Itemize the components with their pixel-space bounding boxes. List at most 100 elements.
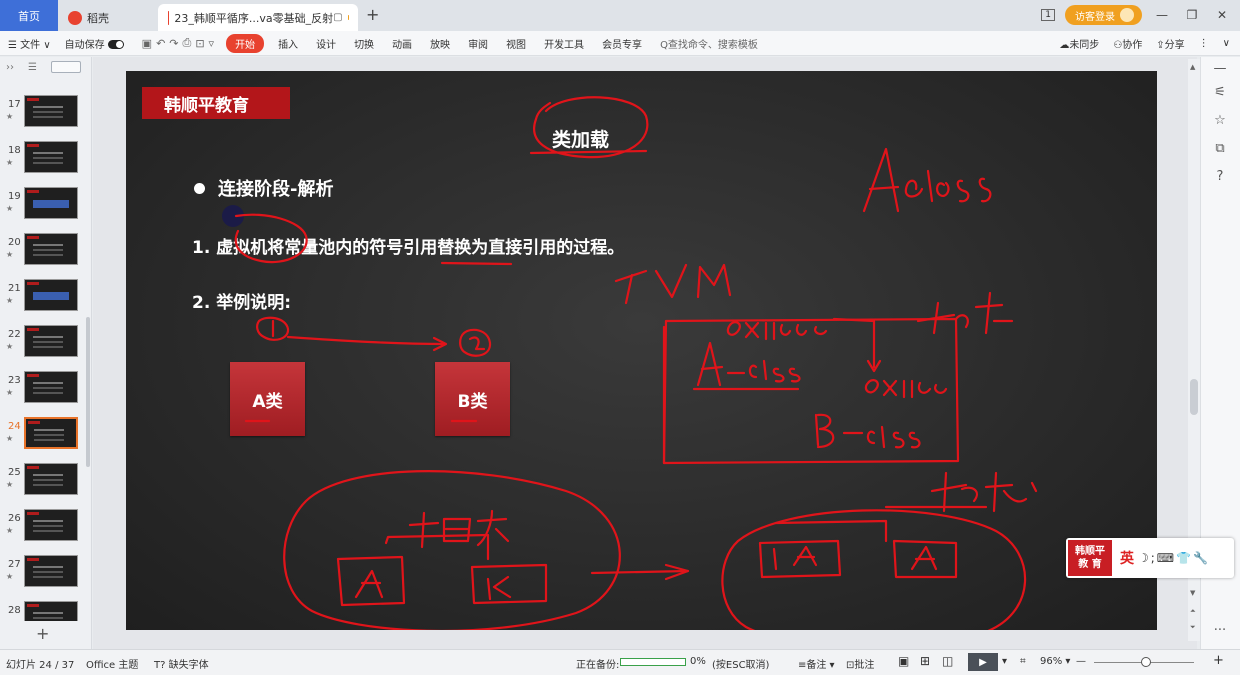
notes-button[interactable]: ≡备注 ▾ — [798, 656, 835, 671]
transition-icon[interactable]: ⧉ — [1212, 141, 1228, 157]
more-icon[interactable]: ⋮ — [1199, 38, 1209, 49]
share-label: 分享 — [1164, 40, 1185, 51]
slide-number: 20 — [8, 237, 21, 248]
theme-name[interactable]: Office 主题 — [86, 656, 138, 671]
play-icon: ▶ — [979, 656, 987, 668]
zoom-slider-knob[interactable] — [1141, 657, 1151, 667]
slide-thumb-21[interactable]: 21 ★ — [0, 279, 88, 323]
normal-view-icon[interactable]: ▣ — [898, 654, 909, 668]
toggle-switch-icon[interactable] — [107, 40, 124, 49]
menu-design[interactable]: 设计 — [316, 36, 336, 51]
ime-language-toggle[interactable]: 英 — [1120, 548, 1134, 568]
collab-button[interactable]: ⚇协作 — [1113, 36, 1142, 51]
ink-b-class-inner — [814, 413, 921, 449]
zoom-out-button[interactable]: — — [1076, 656, 1086, 667]
visitor-login-label: 访客登录 — [1075, 11, 1115, 23]
more-quick-icon[interactable]: ▿ — [209, 37, 215, 50]
slide-number: 22 — [8, 329, 21, 340]
share-button[interactable]: ⇪分享 — [1156, 36, 1184, 51]
tab-home[interactable]: 首页 — [0, 0, 58, 31]
new-tab-button[interactable]: + — [366, 5, 379, 24]
menu-animation[interactable]: 动画 — [392, 36, 412, 51]
slide-thumb-18[interactable]: 18 ★ — [0, 141, 88, 185]
preview-icon[interactable]: ⊡ — [195, 37, 204, 50]
command-search[interactable]: Q查找命令、搜索模板 — [660, 36, 758, 51]
menu-slideshow[interactable]: 放映 — [430, 36, 450, 51]
menu-view[interactable]: 视图 — [506, 36, 526, 51]
undo-icon[interactable]: ↶ — [156, 37, 165, 50]
zoom-in-button[interactable]: + — [1213, 653, 1224, 668]
scrollbar-thumb[interactable] — [1190, 379, 1198, 415]
prev-slide-icon[interactable]: ⏶ — [1190, 607, 1196, 616]
slide-thumb-19[interactable]: 19 ★ — [0, 187, 88, 231]
comments-button[interactable]: ⊡批注 — [846, 656, 874, 671]
menu-start[interactable]: 开始 — [226, 33, 265, 53]
slide-thumb-25[interactable]: 25 ★ — [0, 463, 88, 507]
ime-toolbar[interactable]: 韩顺平 教 育 英 ☽;⌨👕🔧 — [1066, 538, 1234, 578]
autosave-toggle[interactable]: 自动保存 — [65, 36, 124, 51]
tab-restore-icon[interactable]: ▢ — [333, 12, 342, 23]
ink-title-circle — [533, 96, 649, 159]
redo-icon[interactable]: ↷ — [169, 37, 178, 50]
slide-thumb-26[interactable]: 26 ★ — [0, 509, 88, 553]
visitor-login-button[interactable]: 访客登录 — [1065, 5, 1142, 25]
collapse-panel-icon[interactable]: ›› — [6, 62, 14, 73]
ink-right-oval — [721, 509, 1027, 630]
slide-thumb-17[interactable]: 17 ★ — [0, 95, 88, 139]
next-slide-icon[interactable]: ⏷ — [1190, 623, 1196, 632]
page-count-icon[interactable]: 1 — [1041, 9, 1055, 21]
menu-transition[interactable]: 切换 — [354, 36, 374, 51]
window-controls: 1 访客登录 — ❐ ✕ — [1041, 5, 1232, 25]
slide-thumb-20[interactable]: 20 ★ — [0, 233, 88, 277]
slide-thumb-28[interactable]: 28 — [0, 601, 88, 621]
slide-thumb-22[interactable]: 22 ★ — [0, 325, 88, 369]
ink-label-2-digit — [468, 336, 486, 351]
slide-thumb-24[interactable]: 24 ★ — [0, 417, 88, 461]
menu-review[interactable]: 审阅 — [468, 36, 488, 51]
play-dropdown-icon[interactable]: ▾ — [1002, 656, 1007, 667]
play-slideshow-button[interactable]: ▶ — [968, 653, 998, 671]
close-button[interactable]: ✕ — [1212, 8, 1232, 22]
more-options-icon[interactable]: ··· — [1212, 623, 1228, 639]
help-icon[interactable]: ? — [1212, 169, 1228, 185]
ink-title-underline — [529, 149, 648, 155]
star-icon: ★ — [6, 480, 14, 489]
menu-devtools[interactable]: 开发工具 — [544, 36, 584, 51]
slide-thumb-27[interactable]: 27 ★ — [0, 555, 88, 599]
pen-annotations — [234, 96, 1038, 630]
ink-right-bracket — [774, 519, 888, 543]
sorter-view-icon[interactable]: ⊞ — [920, 654, 930, 668]
sync-status[interactable]: ☁未同步 — [1059, 36, 1099, 51]
collapse-icon[interactable]: — — [1212, 61, 1228, 77]
restore-button[interactable]: ❐ — [1182, 8, 1202, 22]
file-menu[interactable]: ☰ 文件 ∨ — [8, 36, 51, 51]
animation-icon[interactable]: ☆ — [1212, 113, 1228, 129]
panel-scrollbar[interactable] — [86, 317, 90, 467]
thumbnail-image — [24, 325, 78, 357]
tab-daoke[interactable]: 稻壳 — [58, 4, 158, 31]
slide-thumbnail-panel: ›› ☰ 17 ★ 18 ★ 19 ★ 20 ★ 21 ★ 22 ★ 23 ★ 24 ★ 25 ★… — [0, 57, 92, 649]
tab-document[interactable]: 23_韩顺平循序...va零基础_反射 ▢ — [158, 4, 358, 31]
save-icon[interactable]: ▣ — [142, 37, 152, 50]
properties-icon[interactable]: ⚟ — [1212, 85, 1228, 101]
add-slide-button[interactable]: + — [36, 624, 49, 643]
menu-member[interactable]: 会员专享 — [602, 36, 642, 51]
thumbnail-view-icon[interactable] — [50, 61, 81, 73]
fit-window-icon[interactable]: ⌗ — [1020, 656, 1026, 667]
ink-right-box-a — [758, 539, 842, 579]
ink-left-bracket — [384, 533, 490, 561]
reading-view-icon[interactable]: ◫ — [942, 654, 953, 668]
outline-view-icon[interactable]: ☰ — [28, 62, 37, 73]
print-icon[interactable]: ⎙ — [183, 36, 192, 50]
zoom-level[interactable]: 96% ▾ — [1040, 656, 1070, 667]
missing-font-button[interactable]: T? 缺失字体 — [154, 656, 209, 671]
scroll-down-icon[interactable]: ▼ — [1190, 589, 1195, 597]
thumbnail-image — [24, 233, 78, 265]
ime-tools[interactable]: ☽;⌨👕🔧 — [1138, 551, 1210, 565]
scroll-up-icon[interactable]: ▲ — [1190, 63, 1195, 71]
slide-24[interactable]: 韩顺平教育 类加载 连接阶段-解析 1. 虚拟机将常量池内的符号引用替换为直接引… — [126, 71, 1157, 630]
slide-thumb-23[interactable]: 23 ★ — [0, 371, 88, 415]
collapse-ribbon-icon[interactable]: ∨ — [1223, 38, 1230, 49]
minimize-button[interactable]: — — [1152, 8, 1172, 22]
menu-insert[interactable]: 插入 — [278, 36, 298, 51]
